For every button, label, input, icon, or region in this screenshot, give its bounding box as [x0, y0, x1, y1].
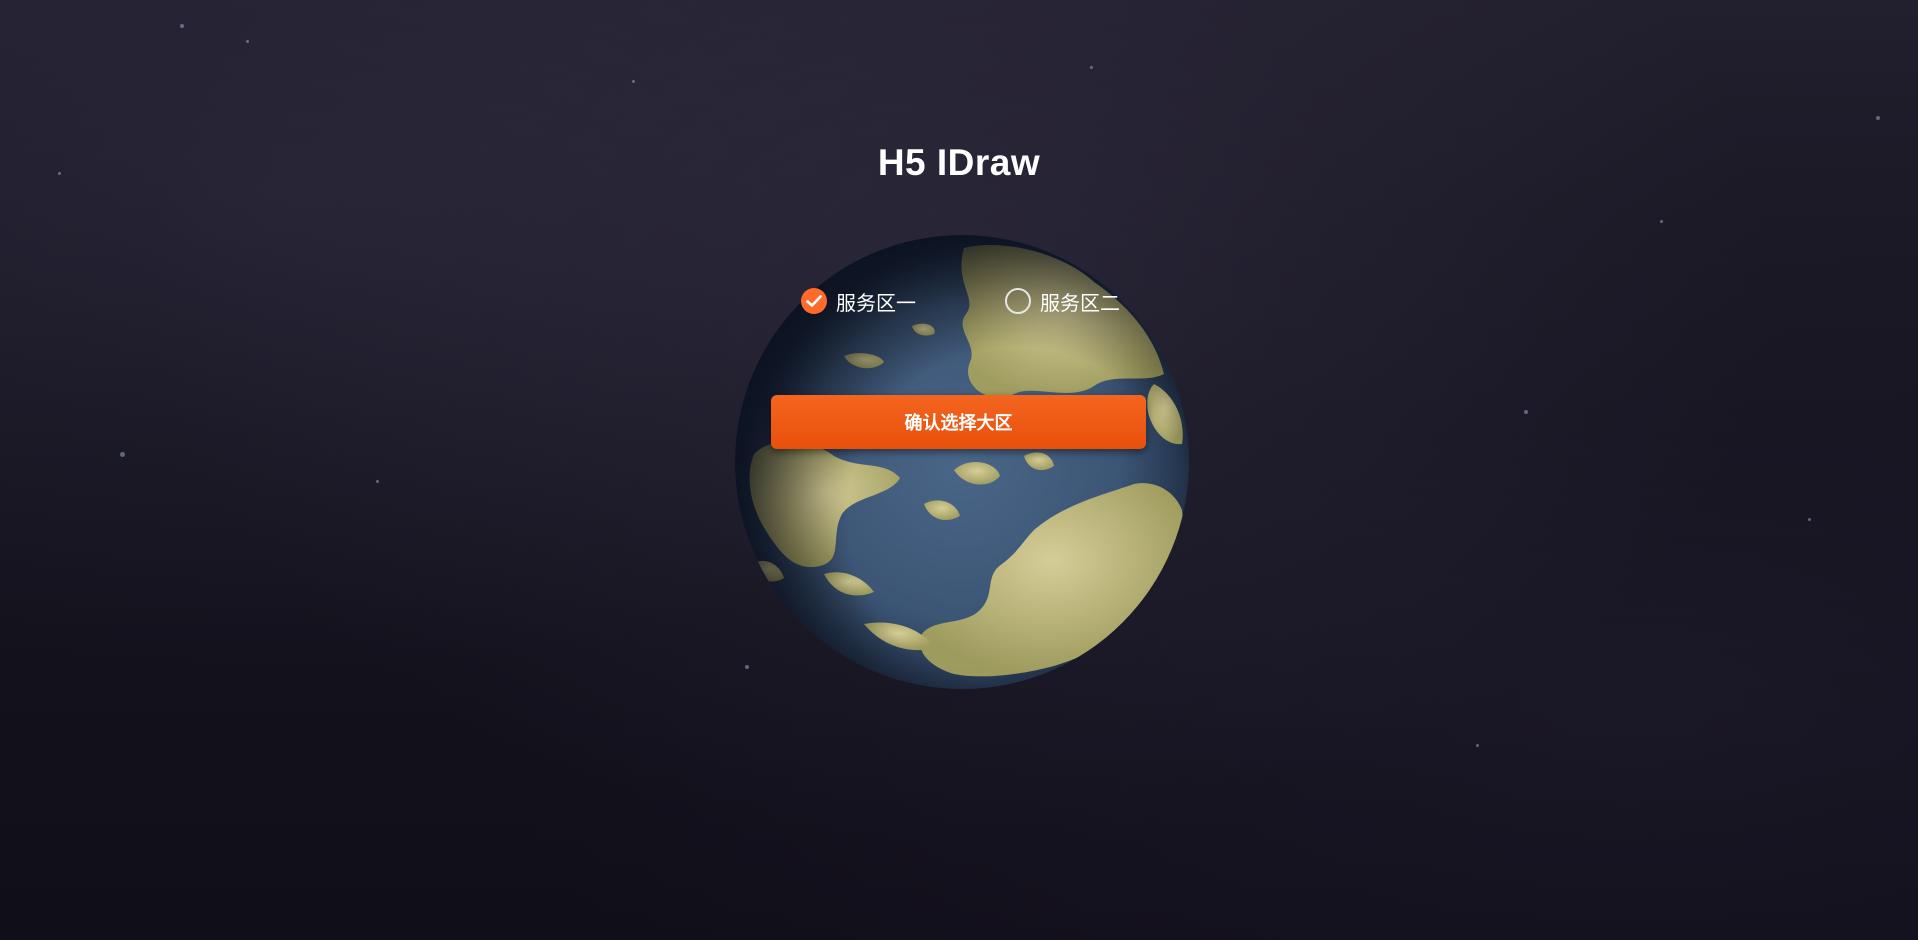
star — [1090, 66, 1093, 69]
star — [1876, 116, 1880, 120]
region-option-1-label: 服务区一 — [836, 292, 916, 315]
space-background: H5 IDraw 服务区一 服务区二 确认选择大区 — [0, 0, 1918, 940]
star — [120, 452, 125, 457]
star — [1660, 220, 1663, 223]
star — [632, 80, 635, 83]
star — [180, 24, 184, 28]
page-title: H5 IDraw — [877, 142, 1041, 183]
region-option-2-label: 服务区二 — [1040, 292, 1120, 315]
star — [246, 40, 249, 43]
star — [1524, 410, 1528, 414]
region-option-1[interactable]: 服务区一 — [801, 286, 916, 316]
region-option-2[interactable]: 服务区二 — [1005, 286, 1120, 316]
confirm-region-button[interactable]: 确认选择大区 — [771, 395, 1146, 449]
empty-circle-icon — [1005, 288, 1031, 314]
check-circle-icon — [801, 288, 827, 314]
star — [1476, 744, 1479, 747]
star — [376, 480, 379, 483]
star — [1808, 518, 1811, 521]
